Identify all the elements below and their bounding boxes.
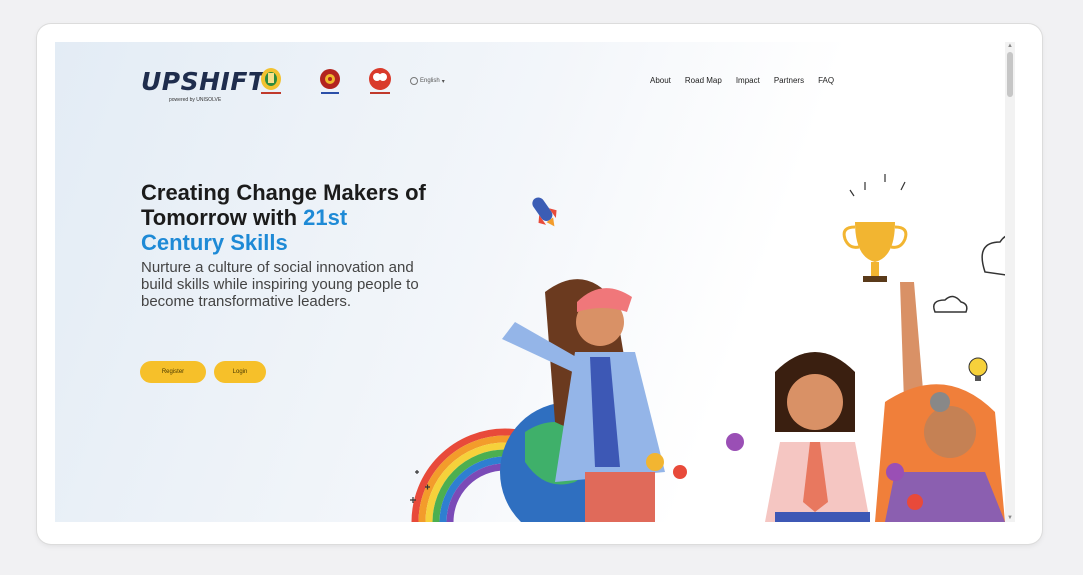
nav-road-map[interactable]: Road Map (685, 76, 722, 85)
login-button[interactable]: Login (214, 361, 266, 383)
cloud-icon (933, 233, 1015, 313)
logo-text: UPSHIFT (141, 67, 266, 96)
language-selector[interactable]: English ▾ (410, 77, 445, 85)
nav-impact[interactable]: Impact (736, 76, 760, 85)
gear-emblem-icon (320, 69, 340, 94)
main-nav: About Road Map Impact Partners FAQ (650, 76, 834, 85)
nav-partners[interactable]: Partners (774, 76, 804, 85)
nav-about[interactable]: About (650, 76, 671, 85)
scroll-down-icon[interactable]: ▼ (1007, 515, 1013, 521)
register-button[interactable]: Register (140, 361, 206, 383)
scrollbar-thumb[interactable] (1007, 52, 1013, 97)
page-viewport: UPSHIFT powered by UNISOLVE English ▾ Ab… (55, 42, 1015, 522)
boy-illustration (875, 384, 1005, 522)
lightbulb-icon (968, 357, 988, 381)
hero-title-accent-21st: 21st (303, 205, 348, 230)
language-label: English (420, 78, 440, 84)
heart-emblem-icon (369, 68, 391, 94)
trophy-icon (842, 222, 908, 282)
rocket-icon (532, 197, 557, 227)
hero-illustration (410, 174, 1015, 522)
scroll-up-icon[interactable]: ▲ (1007, 43, 1013, 49)
scrollbar[interactable]: ▲ ▼ (1005, 42, 1015, 522)
chevron-down-icon: ▾ (441, 78, 445, 85)
tn-emblem-icon (261, 68, 281, 94)
logo-subtitle: powered by UNISOLVE (169, 97, 222, 103)
upshift-logo[interactable]: UPSHIFT powered by UNISOLVE (141, 67, 266, 103)
hero-title-line2-a: Tomorrow with (141, 205, 304, 230)
nav-faq[interactable]: FAQ (818, 76, 834, 85)
globe-icon (410, 77, 418, 85)
